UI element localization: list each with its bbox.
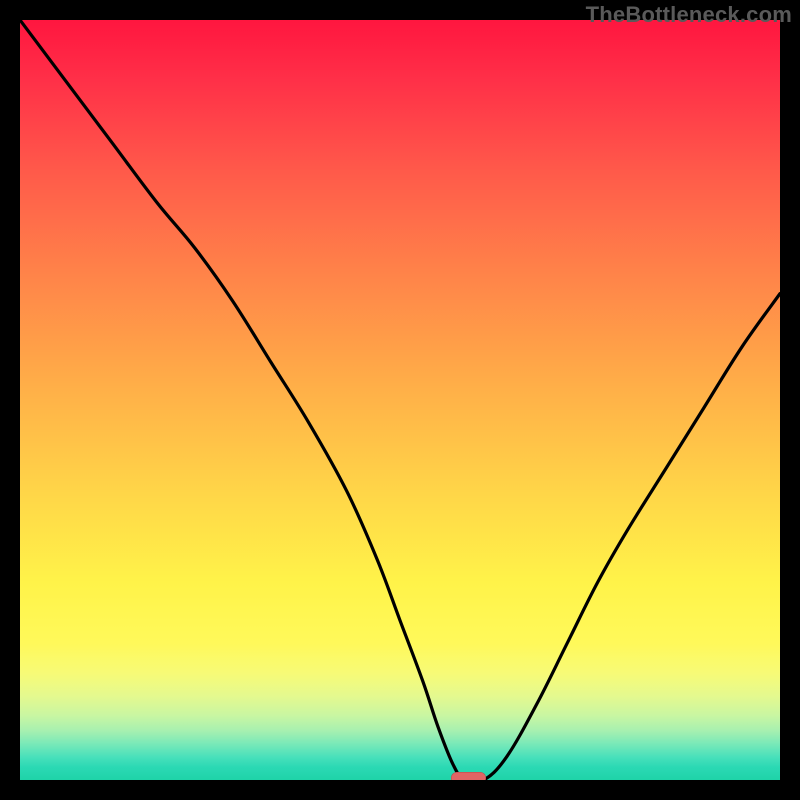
bottleneck-marker bbox=[451, 772, 485, 780]
bottleneck-curve bbox=[20, 20, 780, 780]
curve-layer bbox=[20, 20, 780, 780]
chart-container: TheBottleneck.com bbox=[0, 0, 800, 800]
plot-area bbox=[20, 20, 780, 780]
watermark-text: TheBottleneck.com bbox=[586, 2, 792, 28]
